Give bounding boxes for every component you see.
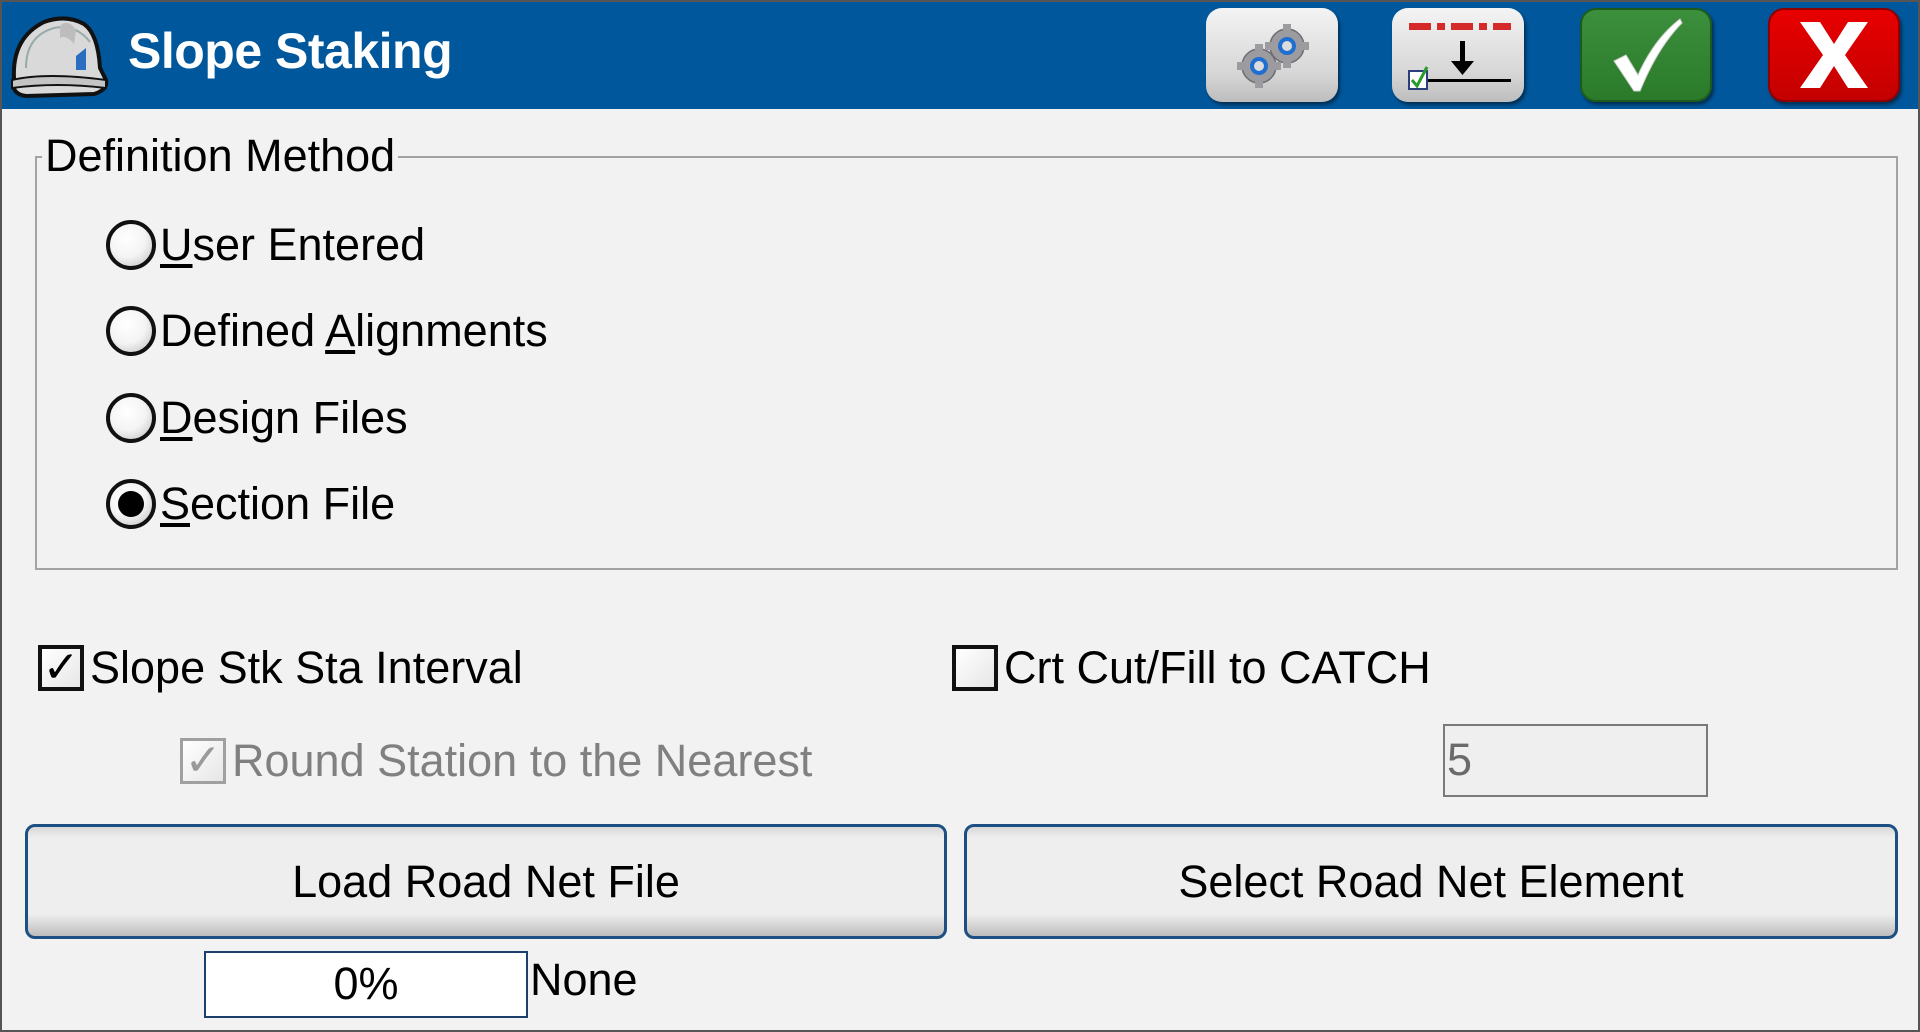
checkbox-check-icon[interactable]: ✓ bbox=[38, 645, 84, 691]
window-title: Slope Staking bbox=[128, 23, 453, 79]
cancel-button[interactable] bbox=[1768, 8, 1900, 102]
radio-indicator[interactable] bbox=[106, 393, 156, 443]
checkbox-empty-icon[interactable] bbox=[952, 645, 998, 691]
accept-button[interactable] bbox=[1580, 8, 1712, 102]
radio-label: Section File bbox=[160, 478, 396, 529]
checkbox-label: Crt Cut/Fill to CATCH bbox=[1004, 642, 1431, 693]
checkbox-label: Round Station to the Nearest bbox=[232, 735, 813, 786]
settings-button[interactable] bbox=[1206, 8, 1338, 102]
select-road-net-element-button[interactable]: Select Road Net Element bbox=[964, 824, 1898, 939]
checkbox-check-icon: ✓ bbox=[180, 738, 226, 784]
title-bar: Slope Staking bbox=[2, 2, 1918, 109]
stake-options-button[interactable] bbox=[1392, 8, 1524, 102]
radio-section-file[interactable]: Section File bbox=[106, 478, 395, 530]
selected-element-status: None bbox=[530, 954, 638, 1005]
gears-icon bbox=[1237, 24, 1309, 88]
radio-defined-alignments[interactable]: Defined Alignments bbox=[106, 305, 548, 357]
radio-user-entered[interactable]: User Entered bbox=[106, 219, 425, 271]
radio-label: User Entered bbox=[160, 219, 426, 270]
load-road-net-file-button[interactable]: Load Road Net File bbox=[25, 824, 947, 939]
crt-cut-fill-checkbox[interactable]: Crt Cut/Fill to CATCH bbox=[952, 642, 1431, 694]
checkmark-icon bbox=[1613, 18, 1683, 92]
radio-indicator[interactable] bbox=[106, 220, 156, 270]
radio-indicator[interactable] bbox=[106, 306, 156, 356]
definition-method-legend: Definition Method bbox=[42, 130, 399, 182]
radio-label: Defined Alignments bbox=[160, 305, 548, 356]
radio-indicator-selected[interactable] bbox=[106, 479, 156, 529]
round-station-checkbox: ✓ Round Station to the Nearest bbox=[180, 735, 812, 787]
close-x-icon bbox=[1800, 22, 1868, 88]
hard-hat-icon bbox=[11, 16, 109, 99]
progress-text: 0% bbox=[333, 958, 399, 1009]
checkbox-label: Slope Stk Sta Interval bbox=[90, 642, 523, 693]
load-progress-bar: 0% bbox=[204, 951, 528, 1018]
round-station-value-input[interactable]: 5 bbox=[1443, 724, 1708, 797]
radio-design-files[interactable]: Design Files bbox=[106, 392, 408, 444]
stake-down-arrow-checkbox-icon bbox=[1408, 23, 1511, 90]
radio-label: Design Files bbox=[160, 392, 408, 443]
slope-stk-sta-interval-checkbox[interactable]: ✓ Slope Stk Sta Interval bbox=[38, 642, 523, 694]
